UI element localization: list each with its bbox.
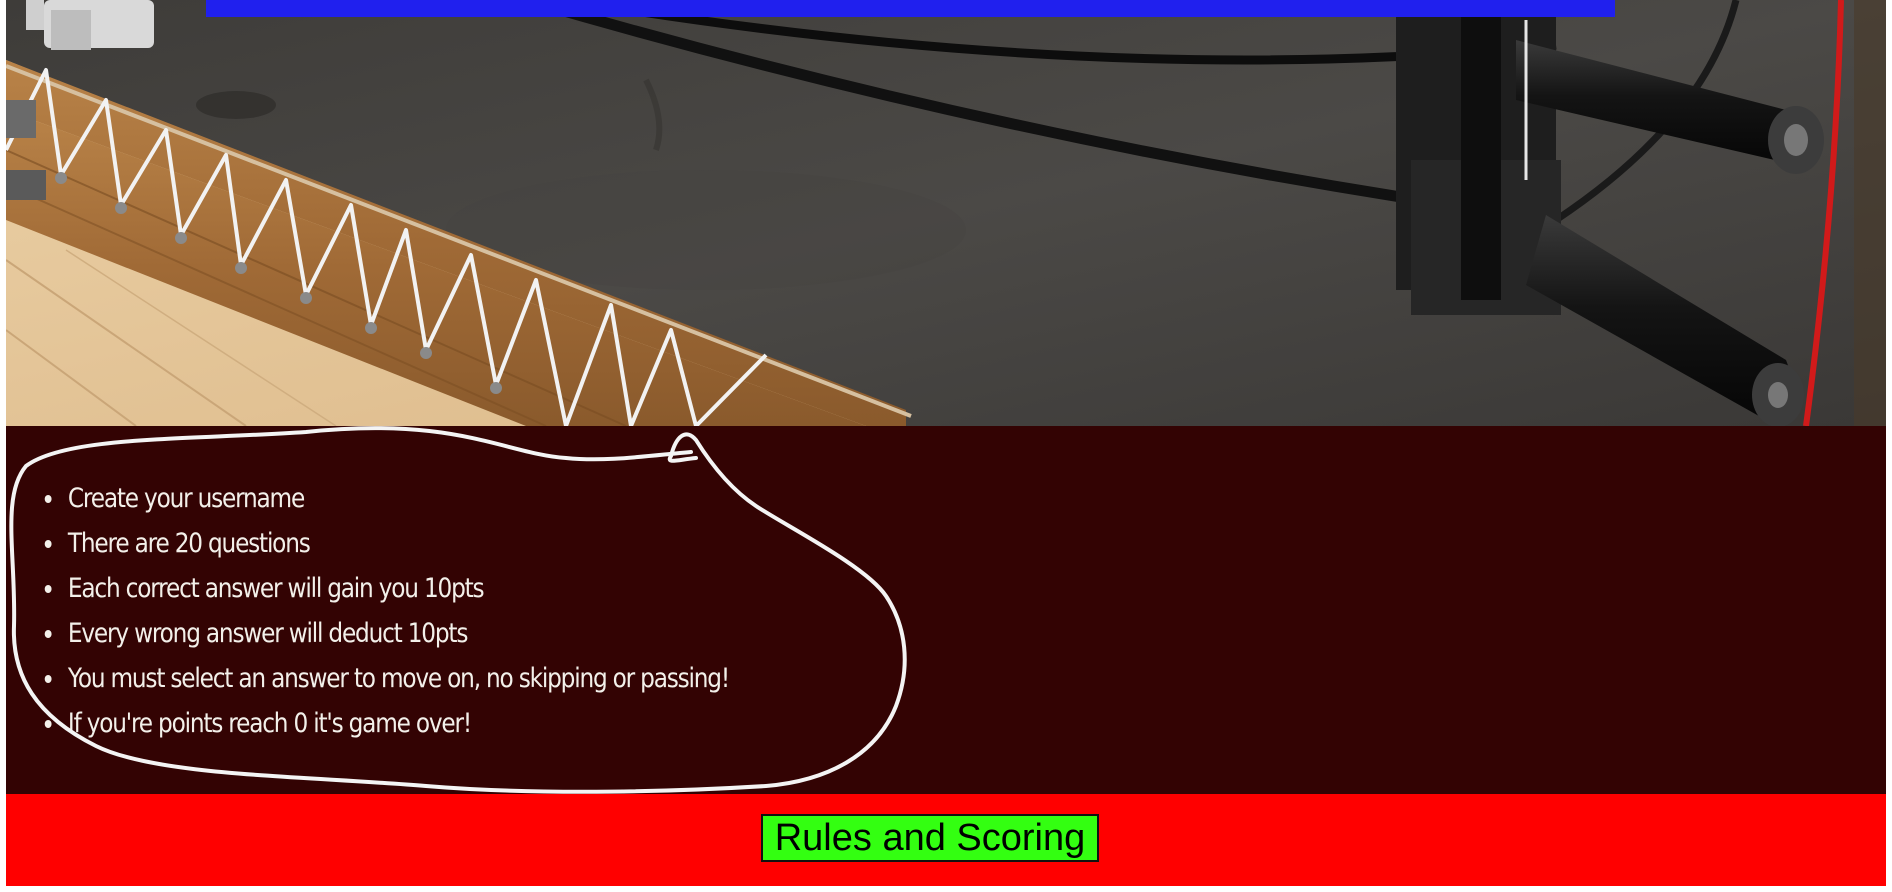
page: Create your username There are 20 questi…: [6, 0, 1886, 886]
top-banner-bar: [206, 0, 1615, 17]
rule-item: Create your username: [64, 480, 728, 525]
rule-item: Every wrong answer will deduct 10pts: [64, 615, 728, 660]
rules-list: Create your username There are 20 questi…: [6, 480, 730, 750]
boxing-ring-illustration: [6, 0, 1886, 426]
rule-item: If you're points reach 0 it's game over!: [64, 705, 728, 750]
rules-panel: Create your username There are 20 questi…: [6, 426, 1886, 794]
rule-item: Each correct answer will gain you 10pts: [64, 570, 728, 615]
boxing-ring-photo: [6, 0, 1886, 426]
rule-item: You must select an answer to move on, no…: [64, 660, 730, 705]
rule-item: There are 20 questions: [64, 525, 728, 570]
footer: Rules and Scoring: [6, 794, 1886, 886]
rules-and-scoring-button[interactable]: Rules and Scoring: [761, 814, 1099, 862]
